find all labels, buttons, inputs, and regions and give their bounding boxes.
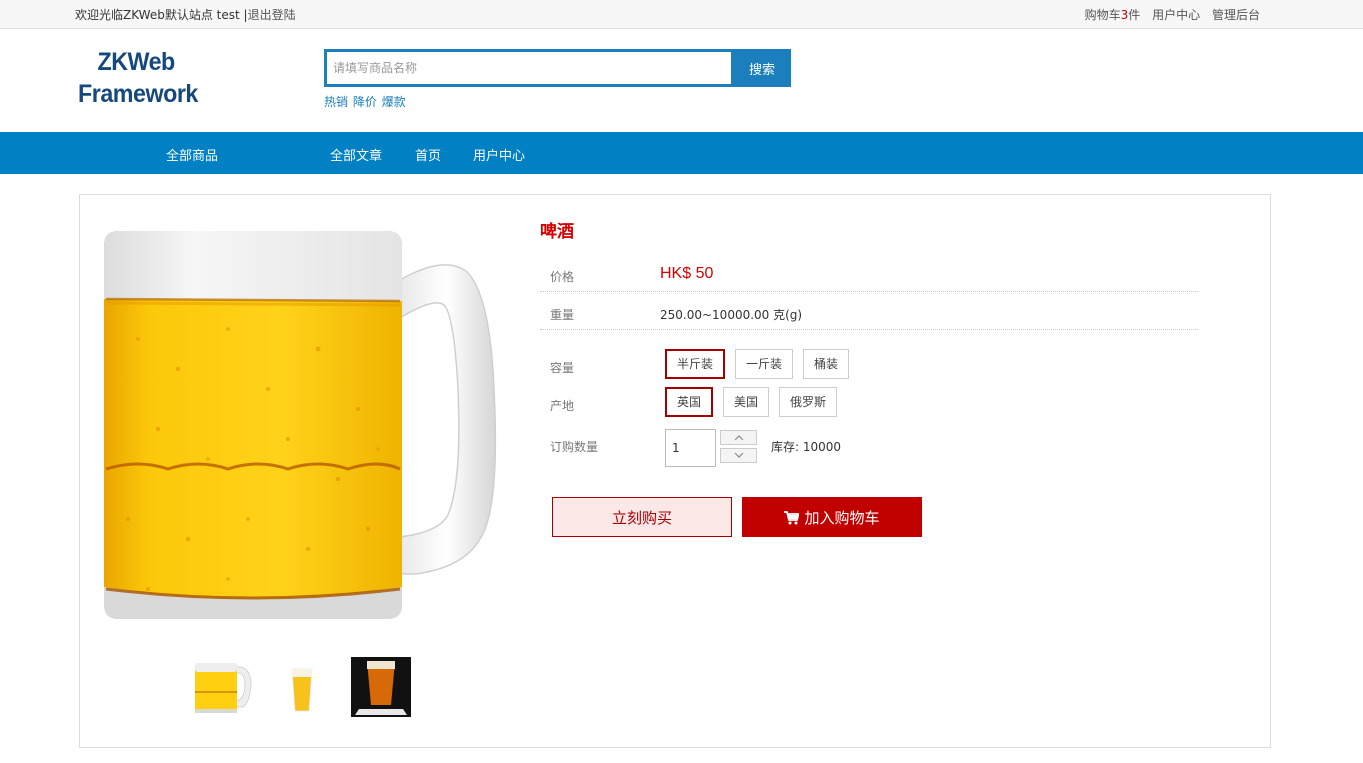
product-weight: 250.00~10000.00 克(g) bbox=[660, 308, 803, 322]
welcome-area: 欢迎光临ZKWeb默认站点 test |退出登陆 bbox=[75, 6, 296, 23]
nav-user-center[interactable]: 用户中心 bbox=[473, 145, 525, 164]
add-to-cart-button[interactable]: 加入购物车 bbox=[742, 497, 922, 537]
option-capacity-half-jin[interactable]: 半斤装 bbox=[665, 349, 725, 379]
capacity-label: 容量 bbox=[550, 361, 575, 375]
admin-link[interactable]: 管理后台 bbox=[1212, 8, 1260, 22]
username: test bbox=[216, 8, 240, 22]
divider bbox=[540, 329, 1198, 330]
quantity-decrease-button[interactable] bbox=[720, 448, 757, 463]
hot-link-bestseller[interactable]: 爆款 bbox=[382, 95, 406, 109]
buy-now-button[interactable]: 立刻购买 bbox=[552, 497, 732, 537]
option-origin-russia[interactable]: 俄罗斯 bbox=[779, 387, 837, 417]
origin-label: 产地 bbox=[550, 399, 575, 413]
thumbnail-beer-mug[interactable] bbox=[193, 657, 253, 717]
quantity-increase-button[interactable] bbox=[720, 430, 757, 445]
search-input[interactable] bbox=[324, 49, 734, 87]
search-button[interactable]: 搜索 bbox=[733, 49, 791, 87]
logout-link[interactable]: 退出登陆 bbox=[248, 8, 296, 22]
welcome-text: 欢迎光临ZKWeb默认站点 bbox=[75, 8, 213, 22]
thumbnail-beer-glass[interactable] bbox=[272, 657, 332, 717]
thumbnail-dark-beer-glass[interactable] bbox=[351, 657, 411, 717]
main-nav: 全部商品 全部文章 首页 用户中心 bbox=[0, 132, 1363, 174]
stock-count: 库存: 10000 bbox=[771, 440, 842, 454]
site-logo[interactable]: ZKWeb Framework bbox=[78, 46, 198, 110]
weight-label: 重量 bbox=[550, 308, 575, 322]
top-right-links: 购物车3件 用户中心 管理后台 bbox=[1077, 6, 1260, 23]
top-bar: 欢迎光临ZKWeb默认站点 test |退出登陆 购物车3件 用户中心 管理后台 bbox=[0, 0, 1363, 29]
divider bbox=[540, 291, 1198, 292]
option-capacity-one-jin[interactable]: 一斤装 bbox=[735, 349, 793, 379]
chevron-up-icon bbox=[734, 435, 744, 441]
chevron-down-icon bbox=[734, 452, 744, 458]
product-panel: 啤酒 价格 HK$ 50 重量 250.00~10000.00 克(g) 容量 … bbox=[79, 194, 1271, 748]
hot-keywords: 热销 降价 爆款 bbox=[324, 93, 407, 110]
cart-link[interactable]: 购物车3件 bbox=[1085, 8, 1141, 22]
user-center-link[interactable]: 用户中心 bbox=[1152, 8, 1200, 22]
add-to-cart-label: 加入购物车 bbox=[804, 508, 880, 527]
logo-line1: ZKWeb bbox=[97, 48, 175, 76]
product-title: 啤酒 bbox=[540, 222, 574, 242]
price-label: 价格 bbox=[550, 270, 575, 284]
product-price: HK$ 50 bbox=[660, 265, 714, 282]
nav-all-products[interactable]: 全部商品 bbox=[166, 145, 218, 164]
hot-link-discount[interactable]: 降价 bbox=[353, 95, 377, 109]
option-origin-usa[interactable]: 美国 bbox=[723, 387, 769, 417]
nav-home[interactable]: 首页 bbox=[415, 145, 441, 164]
quantity-input[interactable] bbox=[665, 429, 716, 467]
product-main-image bbox=[104, 231, 497, 619]
option-capacity-barrel[interactable]: 桶装 bbox=[803, 349, 849, 379]
cart-suffix: 件 bbox=[1128, 8, 1141, 22]
cart-icon bbox=[784, 510, 800, 524]
nav-all-articles[interactable]: 全部文章 bbox=[330, 145, 382, 164]
quantity-label: 订购数量 bbox=[550, 440, 599, 454]
cart-prefix: 购物车 bbox=[1084, 8, 1121, 22]
option-origin-uk[interactable]: 英国 bbox=[665, 387, 713, 417]
hot-link-hot[interactable]: 热销 bbox=[324, 95, 348, 109]
logo-line2: Framework bbox=[78, 80, 198, 108]
